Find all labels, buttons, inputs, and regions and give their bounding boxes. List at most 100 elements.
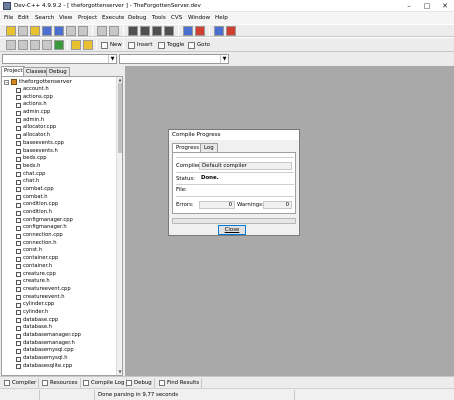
tree-file-item[interactable]: container.cpp	[2, 255, 81, 263]
tree-file-item[interactable]: databasemanager.h	[2, 340, 81, 348]
tab-project[interactable]: Project	[1, 66, 26, 76]
tree-file-item[interactable]: chat.cpp	[2, 171, 81, 179]
tree-file-item[interactable]: creatureevent.cpp	[2, 286, 81, 294]
tree-file-item[interactable]: beds.h	[2, 163, 81, 171]
tab-progress[interactable]: Progress	[172, 143, 204, 152]
tree-file-item[interactable]: condition.cpp	[2, 201, 81, 209]
tree-file-item[interactable]: const.h	[2, 247, 81, 255]
tree-file-item[interactable]: admin.cpp	[2, 109, 81, 117]
tree-file-label: const.h	[23, 247, 42, 254]
tree-file-item[interactable]: cylinder.cpp	[2, 301, 81, 309]
tree-file-item[interactable]: container.h	[2, 263, 81, 271]
compile-icon[interactable]	[6, 40, 16, 50]
divider	[176, 157, 294, 158]
tab-find-results[interactable]: Find Results	[157, 378, 203, 388]
menu-project[interactable]: Project	[78, 15, 97, 21]
maximize-button[interactable]: □	[418, 0, 436, 12]
tree-file-item[interactable]: actions.h	[2, 101, 81, 109]
class-select[interactable]: ▼	[2, 54, 117, 64]
add-to-project-icon[interactable]	[183, 26, 193, 36]
menu-execute[interactable]: Execute	[102, 15, 124, 21]
tree-file-item[interactable]: combat.h	[2, 194, 81, 202]
tree-file-item[interactable]: beds.cpp	[2, 155, 81, 163]
compile-run-icon[interactable]	[30, 40, 40, 50]
project-options-icon[interactable]	[214, 26, 224, 36]
menu-file[interactable]: File	[4, 15, 13, 21]
tree-file-item[interactable]: condition.h	[2, 209, 81, 217]
collapse-icon[interactable]: −	[4, 79, 9, 85]
tree-file-item[interactable]: chat.h	[2, 178, 81, 186]
tree-file-item[interactable]: databasesqlite.cpp	[2, 363, 81, 371]
tree-file-item[interactable]: database.cpp	[2, 317, 81, 325]
new-project-icon[interactable]	[6, 26, 16, 36]
tree-file-item[interactable]: actions.cpp	[2, 94, 81, 102]
tree-file-item[interactable]: allocator.h	[2, 132, 81, 140]
remove-from-project-icon[interactable]	[195, 26, 205, 36]
tab-compile-log[interactable]: Compile Log	[81, 378, 128, 388]
minimize-button[interactable]: –	[400, 0, 418, 12]
new-source-icon[interactable]	[18, 26, 28, 36]
tab-debug-output[interactable]: Debug	[124, 378, 155, 388]
tab-resources[interactable]: Resources	[40, 378, 81, 388]
menu-cvs[interactable]: CVS	[171, 15, 182, 21]
menu-help[interactable]: Help	[215, 15, 228, 21]
goto-line-icon[interactable]	[164, 26, 174, 36]
tab-log[interactable]: Log	[200, 143, 218, 152]
menu-tools[interactable]: Tools	[152, 15, 166, 21]
tree-file-item[interactable]: connection.cpp	[2, 232, 81, 240]
tree-file-item[interactable]: allocator.cpp	[2, 124, 81, 132]
member-select[interactable]: ▼	[119, 54, 229, 64]
open-icon[interactable]	[30, 26, 40, 36]
tab-compiler[interactable]: Compiler	[2, 378, 40, 388]
menu-edit[interactable]: Edit	[18, 15, 29, 21]
tree-file-item[interactable]: baseevents.cpp	[2, 140, 81, 148]
tree-file-item[interactable]: admin.h	[2, 117, 81, 125]
menu-window[interactable]: Window	[188, 15, 210, 21]
tree-file-item[interactable]: configmanager.h	[2, 224, 81, 232]
menu-debug[interactable]: Debug	[128, 15, 146, 21]
menu-search[interactable]: Search	[35, 15, 54, 21]
tree-file-item[interactable]: creatureevent.h	[2, 294, 81, 302]
close-button[interactable]: Close	[218, 225, 246, 235]
toggle-button[interactable]: Toggle	[156, 40, 186, 50]
about-icon[interactable]	[83, 40, 93, 50]
scrollbar-thumb[interactable]	[118, 83, 122, 153]
undo-icon[interactable]	[97, 26, 107, 36]
check-syntax-icon[interactable]	[54, 40, 64, 50]
run-icon[interactable]	[18, 40, 28, 50]
menu-view[interactable]: View	[59, 15, 72, 21]
save-all-icon[interactable]	[54, 26, 64, 36]
print-icon[interactable]	[78, 26, 88, 36]
close-window-button[interactable]: ✕	[436, 0, 454, 12]
help-icon[interactable]	[71, 40, 81, 50]
tree-file-item[interactable]: account.h	[2, 86, 81, 94]
tree-file-item[interactable]: databasemanager.cpp	[2, 332, 81, 340]
tree-file-item[interactable]: baseevents.h	[2, 148, 81, 156]
tree-file-item[interactable]: cylinder.h	[2, 309, 81, 317]
close-file-icon[interactable]	[66, 26, 76, 36]
compile-options-icon[interactable]	[226, 26, 236, 36]
save-icon[interactable]	[42, 26, 52, 36]
find-icon[interactable]	[128, 26, 138, 36]
tree-file-item[interactable]: configmanager.cpp	[2, 217, 81, 225]
tree-file-item[interactable]: databasemysql.h	[2, 355, 81, 363]
tree-scrollbar[interactable]: ▲ ▼	[116, 77, 122, 375]
tree-file-item[interactable]: connection.h	[2, 240, 81, 248]
tree-file-item[interactable]: databasemysql.cpp	[2, 347, 81, 355]
goto-button[interactable]: Goto	[186, 40, 212, 50]
new-button[interactable]: New	[99, 40, 124, 50]
replace-icon[interactable]	[140, 26, 150, 36]
scroll-down-icon[interactable]: ▼	[117, 369, 122, 375]
find-next-icon[interactable]	[152, 26, 162, 36]
tree-file-item[interactable]: creature.cpp	[2, 271, 81, 279]
insert-button[interactable]: Insert	[126, 40, 154, 50]
tab-debug[interactable]: Debug	[46, 67, 70, 76]
tree-file-item[interactable]: database.h	[2, 324, 81, 332]
tree-file-item[interactable]: combat.cpp	[2, 186, 81, 194]
tree-file-item[interactable]: creature.h	[2, 278, 81, 286]
rebuild-icon[interactable]	[42, 40, 52, 50]
tree-root[interactable]: − theforgottenserver	[4, 78, 72, 86]
redo-icon[interactable]	[109, 26, 119, 36]
divider	[176, 172, 294, 173]
project-tree[interactable]: − theforgottenserver account.h actions.cp…	[1, 76, 123, 376]
